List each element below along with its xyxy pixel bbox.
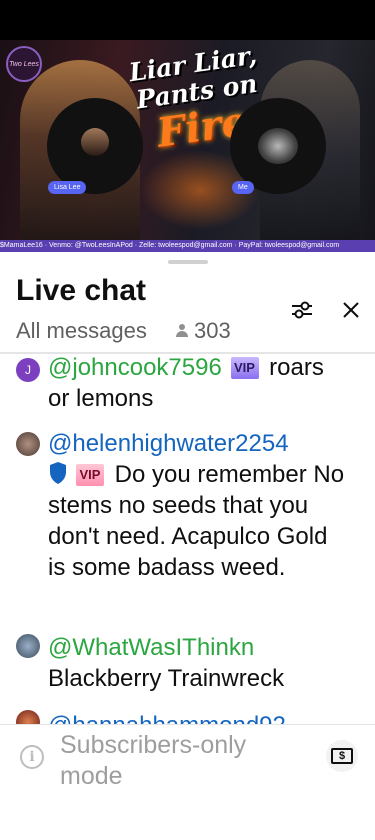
dollar-bill-icon: $: [331, 748, 353, 764]
message-author[interactable]: @johncook7596: [48, 354, 222, 381]
avatar[interactable]: [16, 710, 40, 724]
viewer-count-value: 303: [194, 318, 231, 343]
moderator-shield-icon: [50, 462, 66, 484]
tune-icon: [292, 301, 312, 319]
guest-right-circle: [230, 98, 326, 194]
avatar[interactable]: [16, 634, 40, 658]
guest-left-label: Lisa Lee: [48, 181, 87, 194]
donation-ticker: $MamaLee16 · Venmo: @TwoLeesInAPod · Zel…: [0, 240, 375, 252]
video-player[interactable]: Two Lees Liar Liar, Pants on Fire Lisa L…: [0, 40, 375, 252]
vip-badge: VIP: [76, 464, 104, 486]
person-icon: [176, 324, 188, 338]
message-author[interactable]: @helenhighwater2254: [48, 430, 289, 457]
info-icon[interactable]: i: [20, 745, 44, 769]
chat-message: @helenhighwater2254 VIP Do you remember …: [16, 430, 346, 628]
message-text: Blackberry Trainwreck: [48, 665, 285, 692]
chat-message: @hannahhammond92: [16, 710, 346, 724]
subscribers-only-notice: Subscribers-only mode: [60, 731, 247, 790]
viewer-count: 303: [176, 318, 231, 344]
message-author[interactable]: @WhatWasIThinkn: [48, 634, 254, 661]
chat-title: Live chat: [16, 274, 147, 307]
avatar[interactable]: J: [16, 358, 40, 382]
chat-message: J @johncook7596 VIP roars or lemons: [16, 354, 346, 424]
status-bar: [0, 0, 375, 40]
close-icon: [343, 302, 359, 318]
live-chat-panel: Live chat All messages 303 J @johncook75…: [0, 252, 375, 840]
super-chat-button[interactable]: $: [326, 740, 358, 772]
message-author[interactable]: @hannahhammond92: [48, 712, 286, 724]
chat-message: @WhatWasIThinkn Blackberry Trainwreck: [16, 634, 346, 704]
drag-handle[interactable]: [168, 260, 208, 264]
chat-footer: i Subscribers-only mode $: [0, 724, 375, 840]
close-chat-button[interactable]: [333, 292, 369, 328]
chat-settings-button[interactable]: [284, 292, 320, 328]
chat-filter-dropdown[interactable]: All messages: [16, 318, 147, 344]
guest-right-photo: [258, 128, 298, 164]
guest-left-circle: [47, 98, 143, 194]
chat-message-list[interactable]: J @johncook7596 VIP roars or lemons @hel…: [0, 354, 375, 724]
guest-left-photo: [81, 128, 109, 156]
guest-right-label: Me: [232, 181, 254, 194]
channel-logo: Two Lees: [6, 46, 42, 82]
avatar[interactable]: [16, 432, 40, 456]
vip-badge: VIP: [230, 357, 259, 379]
